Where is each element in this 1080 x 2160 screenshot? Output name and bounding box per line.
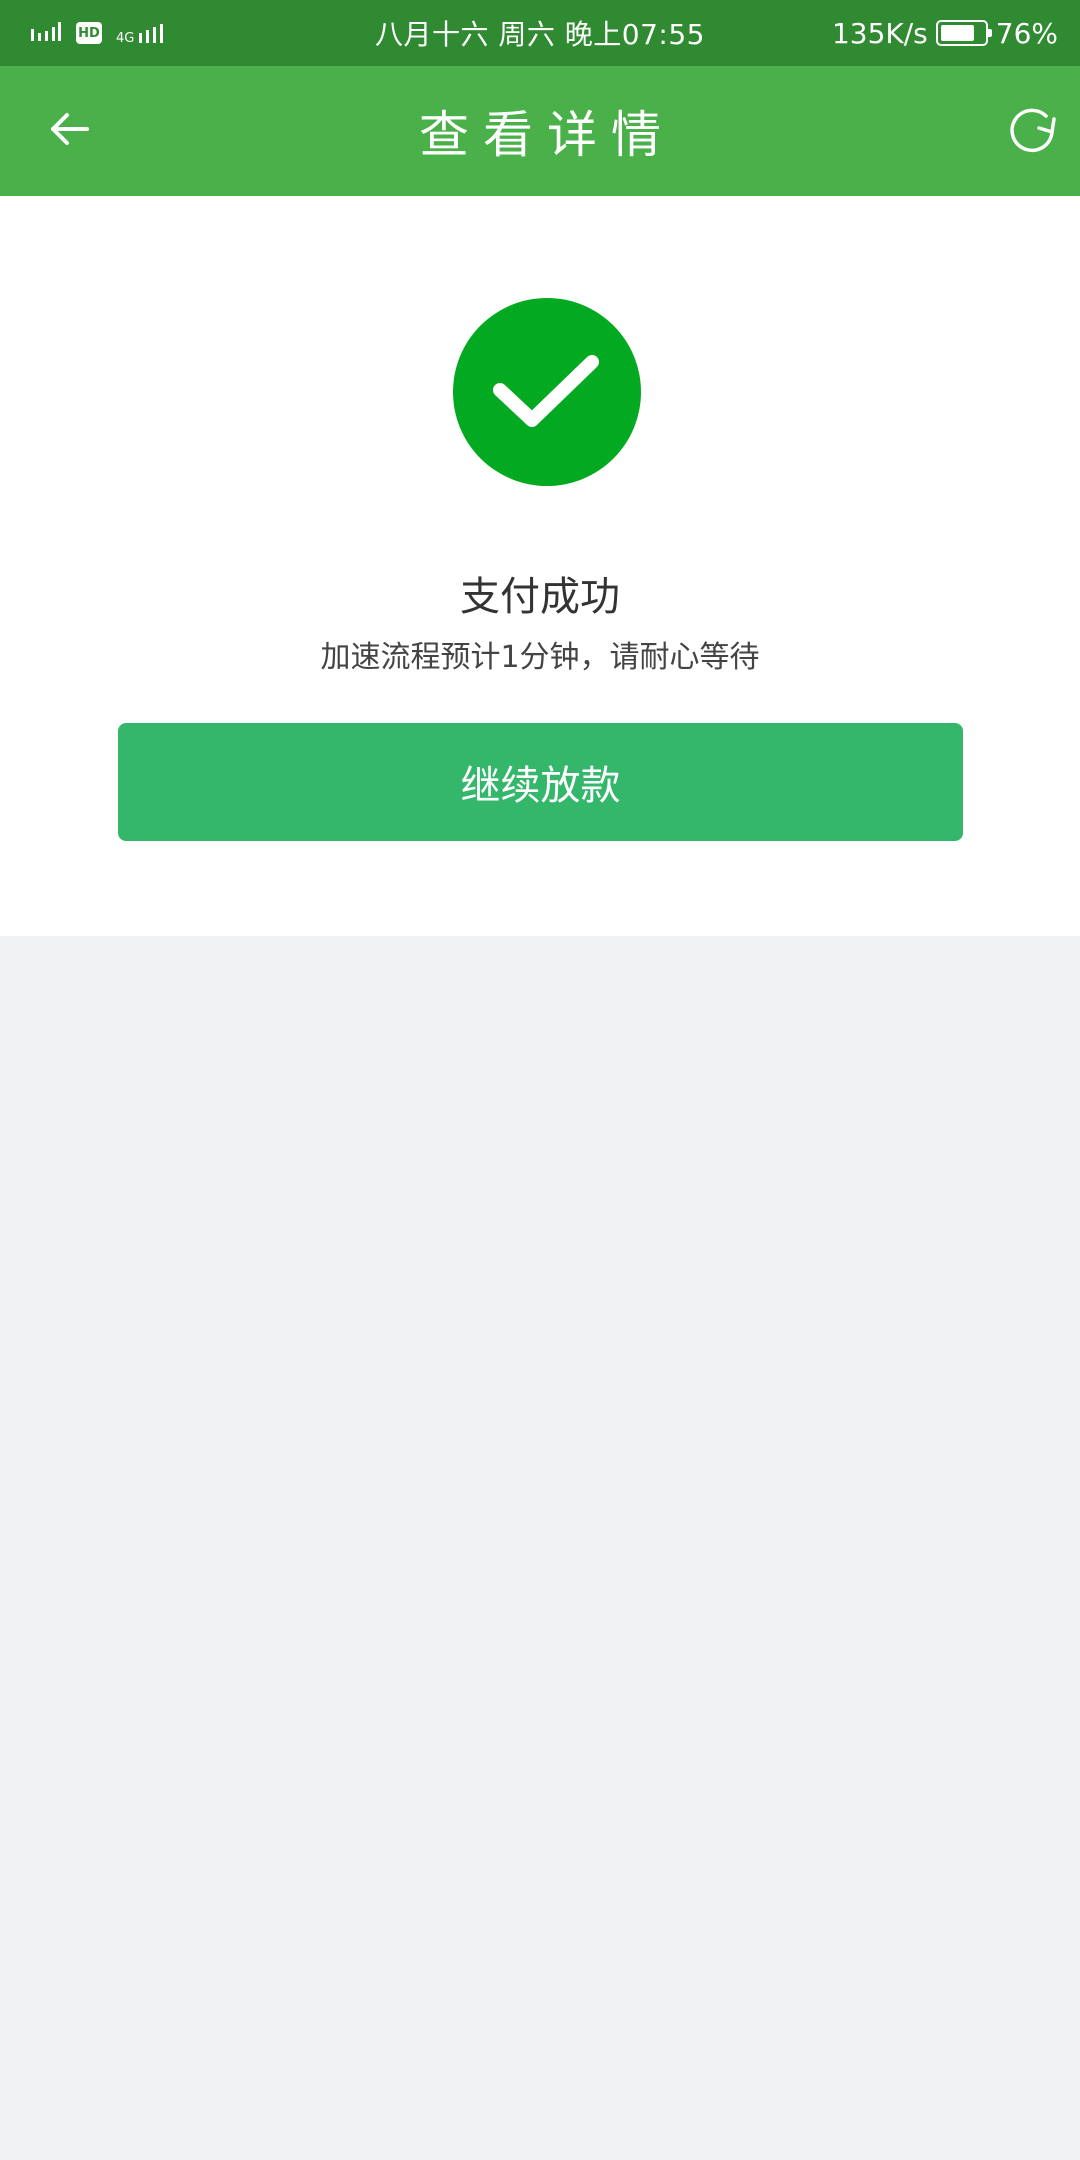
refresh-button[interactable]	[1000, 98, 1066, 164]
check-circle-icon	[453, 298, 641, 486]
page-background	[0, 936, 1080, 2160]
battery-icon	[935, 20, 992, 46]
net-speed: 135K/s	[831, 16, 928, 50]
refresh-icon	[1008, 104, 1058, 158]
page-title: 查看详情	[419, 106, 675, 164]
battery-percent: 76%	[995, 16, 1058, 50]
result-card: 支付成功 加速流程预计1分钟，请耐心等待 继续放款	[0, 196, 1080, 936]
status-bar: HD 4G 八月十六 周六 晚上07:55 135K/s 76%	[0, 0, 1080, 66]
app-bar: 查看详情	[0, 66, 1080, 196]
result-title: 支付成功	[460, 574, 620, 620]
status-right-group: 135K/s 76%	[832, 0, 1058, 66]
battery-fill	[940, 25, 975, 41]
result-subtitle: 加速流程预计1分钟，请耐心等待	[320, 640, 760, 675]
continue-loan-button[interactable]: 继续放款	[118, 723, 963, 841]
